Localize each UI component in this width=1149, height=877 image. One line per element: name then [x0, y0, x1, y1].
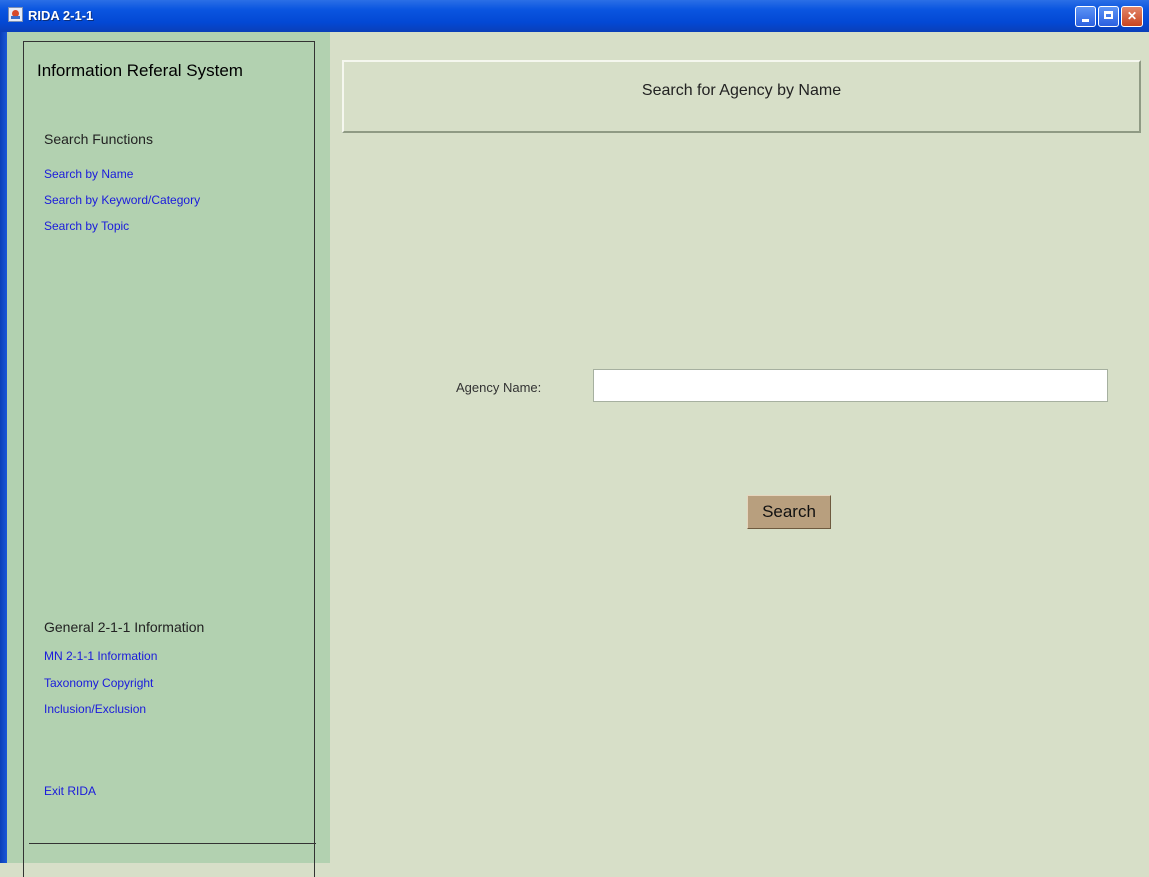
minimize-icon [1082, 19, 1089, 22]
window-left-border [0, 32, 7, 863]
sidebar-link-search-by-topic[interactable]: Search by Topic [44, 219, 129, 233]
sidebar-link-exit[interactable]: Exit RIDA [44, 784, 96, 798]
agency-name-input[interactable] [593, 369, 1108, 402]
close-button[interactable]: ✕ [1121, 6, 1143, 27]
main-panel [330, 32, 1149, 863]
search-functions-heading: Search Functions [44, 131, 153, 147]
search-button[interactable]: Search [747, 495, 831, 529]
maximize-icon [1104, 11, 1113, 19]
maximize-button[interactable] [1098, 6, 1119, 27]
page-title: Search for Agency by Name [641, 82, 842, 99]
agency-name-label: Agency Name: [456, 380, 542, 395]
window-title: RIDA 2-1-1 [28, 8, 94, 23]
minimize-button[interactable] [1075, 6, 1096, 27]
java-app-icon [8, 7, 23, 22]
page-header: Search for Agency by Name [342, 60, 1141, 133]
sidebar-link-search-by-name[interactable]: Search by Name [44, 167, 133, 181]
general-info-heading: General 2-1-1 Information [44, 619, 205, 635]
sidebar-group-box-bottom [29, 843, 316, 844]
sidebar-link-mn-211-info[interactable]: MN 2-1-1 Information [44, 649, 157, 663]
close-icon: ✕ [1126, 9, 1138, 23]
window-titlebar[interactable]: RIDA 2-1-1 ✕ [0, 0, 1149, 32]
sidebar-link-inclusion-exclusion[interactable]: Inclusion/Exclusion [44, 702, 146, 716]
sidebar-group-title: Information Referal System [34, 61, 246, 81]
sidebar-link-taxonomy-copyright[interactable]: Taxonomy Copyright [44, 676, 153, 690]
sidebar-link-search-by-keyword[interactable]: Search by Keyword/Category [44, 193, 200, 207]
